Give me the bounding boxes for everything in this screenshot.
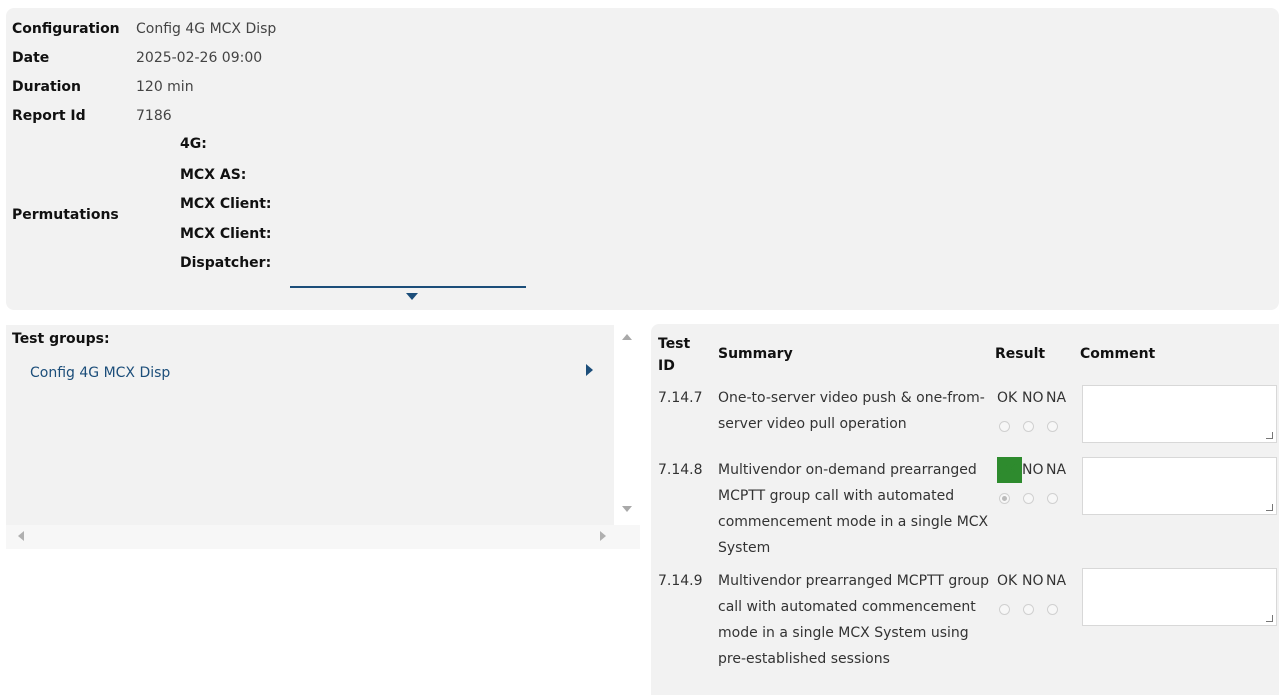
radio-no[interactable] — [1023, 421, 1034, 432]
permutation-mcx-as: MCX AS: — [180, 167, 247, 183]
comment-textarea[interactable] — [1082, 385, 1277, 443]
test-results-table: Test ID Summary Result Comment 7.14.7 On… — [651, 324, 1279, 695]
radio-ok[interactable] — [999, 421, 1010, 432]
radio-na[interactable] — [1047, 421, 1058, 432]
option-no-label: NO — [1022, 390, 1044, 406]
test-id: 7.14.7 — [658, 390, 703, 406]
radio-no[interactable] — [1023, 493, 1034, 504]
duration-label: Duration — [12, 79, 82, 95]
radio-ok[interactable] — [999, 604, 1010, 615]
scroll-down-icon[interactable] — [622, 506, 632, 512]
column-header-comment: Comment — [1080, 346, 1156, 362]
scroll-right-icon[interactable] — [600, 531, 606, 541]
radio-na[interactable] — [1047, 493, 1058, 504]
resize-grip-icon[interactable] — [1266, 432, 1273, 439]
permutation-dispatcher: Dispatcher: — [180, 255, 272, 271]
radio-na[interactable] — [1047, 604, 1058, 615]
option-ok-label: OK — [997, 573, 1018, 589]
result-options: OK NO NA — [997, 457, 1068, 483]
test-id: 7.14.8 — [658, 462, 703, 478]
option-no-label: NO — [1022, 462, 1044, 478]
report-id-value: 7186 — [136, 108, 172, 124]
permutation-mcx-client-2: MCX Client: — [180, 226, 272, 242]
option-ok-label: OK — [997, 457, 1022, 483]
comment-textarea[interactable] — [1082, 568, 1277, 626]
configuration-label: Configuration — [12, 21, 120, 37]
scroll-up-icon[interactable] — [622, 334, 632, 340]
chevron-down-icon[interactable] — [406, 293, 418, 300]
option-ok-label: OK — [997, 390, 1018, 406]
permutation-select-underline[interactable] — [290, 286, 526, 288]
resize-grip-icon[interactable] — [1266, 615, 1273, 622]
horizontal-scrollbar[interactable] — [6, 525, 640, 549]
test-summary: Multivendor prearranged MCPTT group call… — [718, 573, 989, 667]
permutation-mcx-client-1: MCX Client: — [180, 196, 272, 212]
column-header-summary: Summary — [718, 346, 793, 362]
permutations-label: Permutations — [12, 207, 119, 223]
scroll-left-icon[interactable] — [18, 531, 24, 541]
comment-textarea[interactable] — [1082, 457, 1277, 515]
chevron-right-icon[interactable] — [586, 364, 593, 376]
duration-value: 120 min — [136, 79, 194, 95]
option-na-label: NA — [1046, 462, 1067, 478]
result-options: OK NO NA — [997, 385, 1068, 411]
result-options: OK NO NA — [997, 568, 1068, 594]
resize-grip-icon[interactable] — [1266, 504, 1273, 511]
option-na-label: NA — [1046, 390, 1067, 406]
test-summary: One-to-server video push & one-from-serv… — [718, 390, 985, 432]
option-na-label: NA — [1046, 573, 1067, 589]
permutation-4g: 4G: — [180, 136, 207, 152]
report-info-panel: Configuration Config 4G MCX Disp Date 20… — [6, 8, 1279, 310]
option-no-label: NO — [1022, 573, 1044, 589]
report-id-label: Report Id — [12, 108, 86, 124]
test-id: 7.14.9 — [658, 573, 703, 589]
test-group-item[interactable]: Config 4G MCX Disp — [30, 365, 170, 381]
test-summary: Multivendor on-demand prearranged MCPTT … — [718, 462, 989, 556]
test-groups-title: Test groups: — [12, 331, 110, 347]
date-label: Date — [12, 50, 50, 66]
configuration-value: Config 4G MCX Disp — [136, 21, 277, 37]
vertical-scrollbar[interactable] — [614, 325, 640, 525]
radio-no[interactable] — [1023, 604, 1034, 615]
date-value: 2025-02-26 09:00 — [136, 50, 263, 66]
column-header-test-id: Test ID — [658, 336, 691, 374]
test-groups-panel: Test groups: Config 4G MCX Disp — [6, 325, 614, 525]
column-header-result: Result — [995, 346, 1046, 362]
radio-ok[interactable] — [999, 493, 1010, 504]
